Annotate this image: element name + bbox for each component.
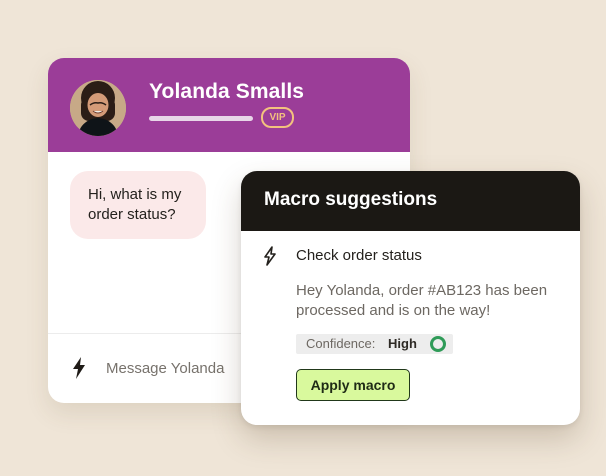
lightning-bolt-icon[interactable] (72, 357, 86, 379)
macro-panel-title: Macro suggestions (264, 189, 438, 210)
apply-macro-button[interactable]: Apply macro (296, 369, 410, 401)
macro-panel-header: Macro suggestions (241, 171, 580, 231)
contact-avatar (70, 80, 126, 136)
contact-name: Yolanda Smalls (149, 80, 305, 103)
confidence-label: Confidence: (306, 336, 376, 351)
contact-status-bar (149, 116, 253, 121)
confidence-ring-icon (429, 335, 447, 353)
lightning-bolt-outline-icon (263, 246, 277, 266)
customer-message: Hi, what is my order status? (70, 171, 206, 239)
vip-badge: VIP (261, 107, 294, 128)
chat-header: Yolanda Smalls VIP (48, 58, 410, 152)
confidence-indicator: Confidence: High (296, 334, 453, 354)
macro-suggestion-body: Hey Yolanda, order #AB123 has been proce… (296, 282, 548, 319)
app-background: Yolanda Smalls VIP Hi, what is my order … (0, 0, 606, 476)
macro-suggestions-panel: Macro suggestions Check order status Hey… (241, 171, 580, 425)
confidence-value: High (388, 336, 417, 351)
macro-suggestion-name[interactable]: Check order status (296, 247, 422, 264)
